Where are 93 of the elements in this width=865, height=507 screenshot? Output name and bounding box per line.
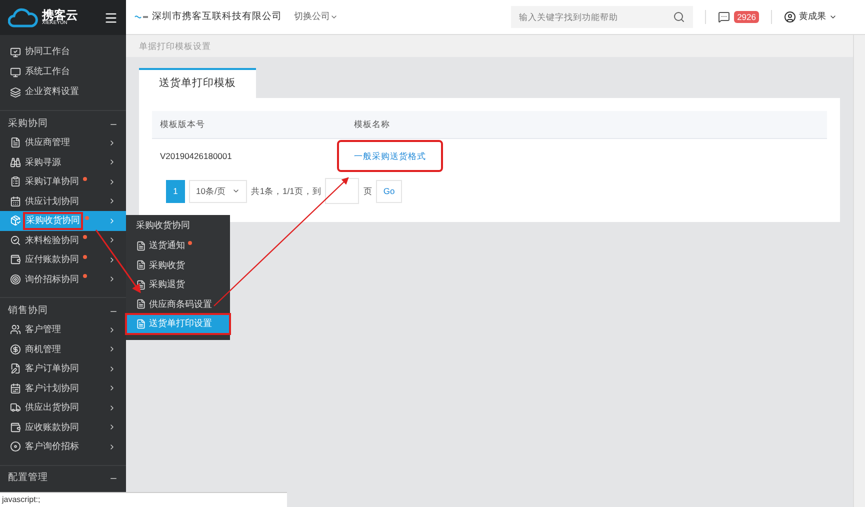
caret-icon bbox=[232, 187, 240, 195]
chevron-icon bbox=[108, 364, 116, 373]
sidebar-item-icon bbox=[10, 137, 21, 148]
sidebar-item-icon bbox=[10, 234, 21, 246]
caret-icon bbox=[330, 13, 338, 21]
sidebar-item-icon bbox=[10, 382, 21, 394]
sidebar-item[interactable]: 应收账款协同 bbox=[0, 418, 126, 437]
submenu-item[interactable]: 采购收货 bbox=[126, 256, 230, 275]
search-icon bbox=[673, 11, 686, 23]
sidebar-item[interactable]: 供应出货协同 bbox=[0, 398, 126, 418]
document-icon bbox=[136, 260, 146, 270]
template-link[interactable]: 一般采购送货格式 bbox=[339, 142, 441, 170]
sidebar-item[interactable]: 来料检验协同 bbox=[0, 230, 126, 250]
sidebar-item[interactable]: 系统工作台 bbox=[0, 62, 126, 82]
go-button[interactable]: Go bbox=[376, 180, 402, 202]
sidebar-item-icon bbox=[10, 176, 21, 188]
sidebar-item-icon bbox=[10, 324, 21, 336]
chevron-icon bbox=[108, 138, 116, 147]
column-header: 模板名称 bbox=[354, 118, 390, 131]
message-icon bbox=[718, 11, 730, 23]
chevron-icon bbox=[108, 256, 116, 264]
chevron-icon bbox=[108, 158, 116, 166]
breadcrumb: 单据打印模板设置 bbox=[139, 40, 211, 52]
sidebar-item[interactable]: 采购订单协同 bbox=[0, 172, 126, 192]
sidebar-item[interactable]: 客户询价招标 bbox=[0, 437, 126, 456]
sidebar-item-icon bbox=[10, 196, 21, 207]
sidebar-item[interactable]: 客户计划协同 bbox=[0, 378, 126, 398]
document-icon bbox=[136, 280, 146, 290]
switch-company-dropdown[interactable]: 切换公司 bbox=[294, 10, 338, 24]
search-input[interactable]: 输入关键字找到功能帮助 bbox=[519, 10, 674, 24]
user-menu[interactable]: 黄成果 bbox=[784, 10, 837, 24]
sidebar-item[interactable]: 询价招标协同 bbox=[0, 270, 126, 289]
page-unit: 页 bbox=[363, 184, 372, 198]
menu-button[interactable] bbox=[104, 10, 118, 24]
chevron-icon bbox=[108, 216, 116, 225]
sidebar-item-icon bbox=[10, 86, 21, 98]
sidebar-item-icon bbox=[10, 441, 21, 452]
sidebar-item-icon bbox=[10, 422, 21, 433]
sidebar-item-icon bbox=[10, 215, 21, 226]
sidebar-item-icon bbox=[10, 402, 21, 414]
chevron-icon bbox=[108, 442, 116, 451]
sidebar-item[interactable]: 应付账款协同 bbox=[0, 250, 126, 270]
message-count-badge: 2926 bbox=[734, 10, 759, 24]
section-title: 采购协同 bbox=[8, 116, 48, 131]
sidebar-item[interactable]: 企业资料设置 bbox=[0, 82, 126, 102]
sidebar-item-icon bbox=[10, 46, 21, 58]
submenu-title: 采购收货协同 bbox=[135, 218, 191, 232]
submenu-item[interactable]: 送货通知 bbox=[126, 236, 230, 256]
document-icon bbox=[136, 318, 146, 329]
sidebar-item-icon bbox=[10, 254, 21, 266]
chevron-icon bbox=[108, 275, 116, 284]
sidebar-item[interactable]: 客户管理 bbox=[0, 320, 126, 340]
document-icon bbox=[136, 240, 146, 251]
sidebar-item[interactable]: 供应计划协同 bbox=[0, 192, 126, 211]
chevron-icon bbox=[108, 345, 116, 354]
submenu-item[interactable]: 供应商条码设置 bbox=[126, 294, 230, 314]
tab[interactable]: 送货单打印模板 bbox=[139, 68, 256, 98]
page-input[interactable] bbox=[325, 178, 360, 204]
chevron-icon bbox=[108, 326, 116, 334]
sidebar-item[interactable]: 采购寻源 bbox=[0, 152, 126, 172]
chevron-icon bbox=[108, 197, 116, 206]
sidebar-item-icon bbox=[10, 156, 21, 168]
chevron-icon bbox=[108, 178, 116, 186]
table-cell-text: V20190426180001 bbox=[159, 150, 233, 162]
search-field[interactable]: 输入关键字找到功能帮助 bbox=[511, 6, 694, 28]
scrollbar[interactable] bbox=[853, 35, 865, 507]
sidebar-item[interactable]: 客户订单协同 bbox=[0, 359, 126, 378]
company-logo-icon bbox=[134, 14, 148, 20]
page-size-dropdown[interactable]: 10条/页 bbox=[189, 180, 247, 202]
user-avatar-icon bbox=[784, 11, 796, 23]
annotation-arrow bbox=[95, 230, 141, 294]
sidebar-item[interactable]: 供应商管理 bbox=[0, 133, 126, 152]
cloud-logo-icon bbox=[8, 8, 38, 28]
sidebar-item[interactable]: 商机管理 bbox=[0, 340, 126, 359]
sidebar-item-icon bbox=[10, 66, 21, 78]
submenu-item[interactable]: 采购退货 bbox=[126, 275, 230, 294]
caret-icon bbox=[829, 13, 837, 21]
brand-name: 携客云 bbox=[42, 9, 78, 21]
company-name: 深圳市携客互联科技有限公司 bbox=[152, 10, 282, 24]
sidebar-item-icon bbox=[10, 274, 21, 285]
column-header: 模板版本号 bbox=[159, 118, 206, 131]
status-text: javascript:; bbox=[2, 494, 40, 506]
chevron-icon bbox=[108, 404, 116, 412]
sidebar-item[interactable]: 协同工作台 bbox=[0, 42, 126, 62]
document-icon bbox=[136, 299, 146, 310]
sidebar-item-icon bbox=[10, 344, 21, 355]
section-title: 配置管理 bbox=[8, 471, 48, 486]
section-title: 销售协同 bbox=[8, 304, 48, 318]
chevron-icon bbox=[108, 236, 116, 244]
page-summary: 共1条，1/1页，到 bbox=[250, 184, 322, 198]
sidebar-item-icon bbox=[10, 363, 21, 374]
chevron-icon bbox=[108, 384, 116, 392]
chevron-icon bbox=[108, 423, 116, 432]
